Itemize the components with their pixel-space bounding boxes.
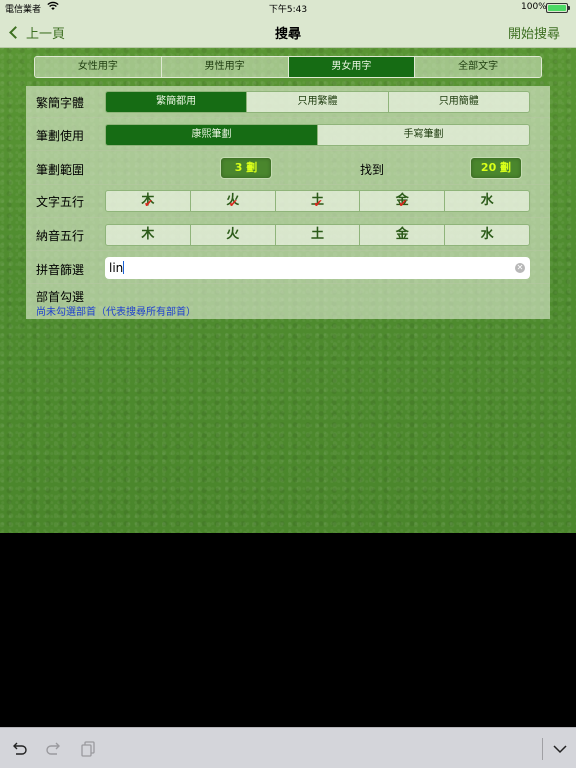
element-earth[interactable]: 土 ✔ xyxy=(275,191,361,211)
pinyin-input-value: lin xyxy=(109,261,124,275)
element-water[interactable]: 水 xyxy=(445,191,529,211)
search-options-panel: 繁簡字體 繁簡都用 只用繁體 只用簡體 筆劃使用 康熙筆劃 手寫筆劃 筆劃範圍 … xyxy=(26,86,550,319)
tab-male[interactable]: 男性用字 xyxy=(161,57,289,77)
sound-earth[interactable]: 土 xyxy=(275,225,361,245)
gender-segmented-control: 女性用字 男性用字 男女用字 全部文字 xyxy=(34,56,542,78)
radical-row[interactable]: 部首勾選 尚未勾選部首（代表搜尋所有部首） xyxy=(26,284,550,319)
sound-element-row: 納音五行 木 火 土 金 水 xyxy=(26,218,550,251)
stroke-range-label: 筆劃範圍 xyxy=(36,163,85,177)
toolbar-divider xyxy=(542,738,543,760)
script-option-simplified[interactable]: 只用簡體 xyxy=(388,92,529,112)
script-segmented-control: 繁簡都用 只用繁體 只用簡體 xyxy=(105,91,530,113)
tab-unisex[interactable]: 男女用字 xyxy=(288,57,416,77)
sound-element-label: 納音五行 xyxy=(36,229,85,243)
undo-icon[interactable] xyxy=(9,740,29,758)
radical-note: 尚未勾選部首（代表搜尋所有部首） xyxy=(36,307,196,318)
sound-wood[interactable]: 木 xyxy=(106,225,191,245)
element-row-label: 文字五行 xyxy=(36,195,85,209)
element-fire[interactable]: 火 ✔ xyxy=(190,191,276,211)
paste-icon[interactable] xyxy=(79,740,99,758)
sound-water[interactable]: 水 xyxy=(445,225,529,245)
battery-icon xyxy=(546,3,570,13)
stroke-segmented-control: 康熙筆劃 手寫筆劃 xyxy=(105,124,530,146)
stroke-option-kangxi[interactable]: 康熙筆劃 xyxy=(106,125,318,145)
script-option-both[interactable]: 繁簡都用 xyxy=(106,92,248,112)
navigation-bar: 上一頁 搜尋 開始搜尋 xyxy=(0,16,576,48)
element-metal[interactable]: 金 ✔ xyxy=(360,191,446,211)
checkmark-icon: ✔ xyxy=(228,197,239,210)
redo-icon[interactable] xyxy=(44,740,64,758)
stroke-row-label: 筆劃使用 xyxy=(36,129,85,143)
chevron-down-icon[interactable] xyxy=(550,740,570,758)
tab-all[interactable]: 全部文字 xyxy=(415,57,541,77)
stroke-range-row: 筆劃範圍 3 劃 找到 20 劃 xyxy=(26,151,550,185)
stroke-option-handwritten[interactable]: 手寫筆劃 xyxy=(318,125,529,145)
pinyin-input[interactable]: lin ✕ xyxy=(105,257,530,279)
script-row-label: 繁簡字體 xyxy=(36,96,85,110)
clear-icon[interactable]: ✕ xyxy=(515,263,525,273)
battery-percent: 100% xyxy=(521,2,547,12)
element-row: 文字五行 木 ✔ 火 ✔ 土 ✔ 金 ✔ 水 xyxy=(26,185,550,218)
script-option-traditional[interactable]: 只用繁體 xyxy=(247,92,389,112)
element-segmented-control: 木 ✔ 火 ✔ 土 ✔ 金 ✔ 水 xyxy=(105,190,530,212)
stroke-min-button[interactable]: 3 劃 xyxy=(220,157,272,179)
pinyin-row: 拼音篩選 lin ✕ xyxy=(26,251,550,284)
checkmark-icon: ✔ xyxy=(398,197,408,210)
shortcut-toolbar xyxy=(0,727,576,768)
element-wood[interactable]: 木 ✔ xyxy=(106,191,191,211)
status-bar: 電信業者 下午5:43 100% xyxy=(0,0,576,16)
status-time: 下午5:43 xyxy=(268,5,308,15)
pinyin-row-label: 拼音篩選 xyxy=(36,263,85,277)
script-row: 繁簡字體 繁簡都用 只用繁體 只用簡體 xyxy=(26,86,550,118)
stroke-row: 筆劃使用 康熙筆劃 手寫筆劃 xyxy=(26,118,550,151)
tab-female[interactable]: 女性用字 xyxy=(35,57,162,77)
sound-element-segmented-control: 木 火 土 金 水 xyxy=(105,224,530,246)
page-title: 搜尋 xyxy=(274,27,301,42)
checkmark-icon: ✔ xyxy=(144,197,154,210)
checkmark-icon: ✔ xyxy=(313,197,323,210)
text-caret xyxy=(123,261,125,274)
element-water-label: 水 xyxy=(480,193,494,208)
sound-metal[interactable]: 金 xyxy=(360,225,446,245)
stroke-max-button[interactable]: 20 劃 xyxy=(470,157,522,179)
sound-fire[interactable]: 火 xyxy=(190,225,276,245)
found-label: 找到 xyxy=(360,163,385,177)
start-search-button[interactable]: 開始搜尋 xyxy=(508,23,560,42)
